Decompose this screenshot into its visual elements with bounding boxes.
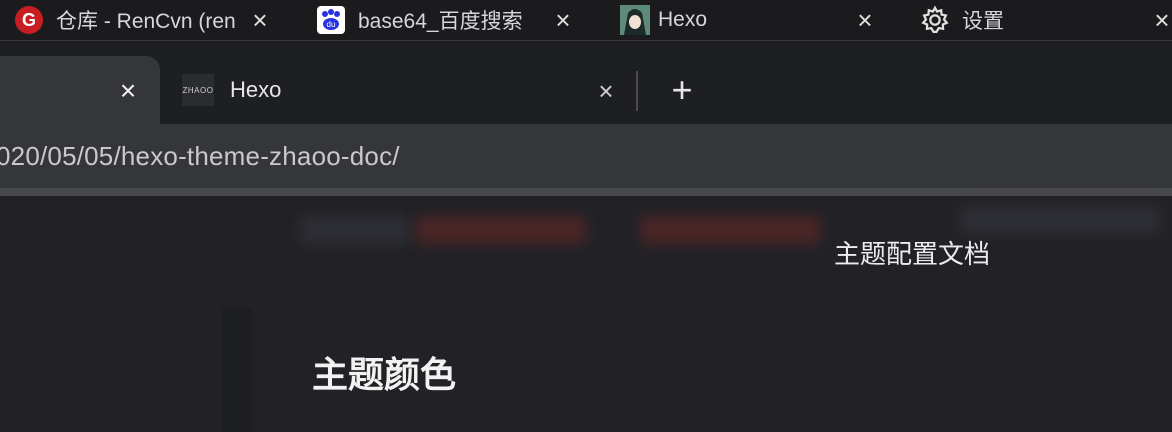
gitee-icon: G [14,5,44,35]
blurred-nav-item [300,216,410,244]
os-tab-label: base64_百度搜索 [358,10,523,33]
close-icon[interactable]: × [248,7,272,33]
os-tab-label: 设置 [962,10,1004,33]
close-icon[interactable]: × [1150,7,1172,33]
baidu-icon: du [316,5,346,35]
tab-title: Hexo [230,77,282,102]
os-tab-baidu[interactable]: du base64_百度搜索 [316,0,523,40]
close-icon[interactable]: × [592,77,620,105]
tab-separator [636,71,638,111]
blurred-nav-item [640,216,820,244]
tab-hexo[interactable]: ZHAOO Hexo [182,73,281,107]
close-icon[interactable]: × [114,77,142,105]
sidebar-strip [222,308,252,432]
address-bar[interactable]: 020/05/05/hexo-theme-zhaoo-doc/ [0,124,1172,188]
zhaoo-favicon-icon: ZHAOO [182,74,214,106]
page-title: 主题配置文档 [834,240,991,270]
page-content: 主题配置文档 主题颜色 [0,196,1172,432]
anime-avatar-icon [620,5,650,35]
url-text[interactable]: 020/05/05/hexo-theme-zhaoo-doc/ [0,141,400,172]
new-tab-button[interactable]: + [664,72,700,108]
blurred-nav-item [416,216,586,244]
blurred-nav-item [960,206,1160,234]
svg-text:G: G [22,10,36,30]
os-tab-settings[interactable]: 设置 [920,0,1004,40]
os-tab-gitee[interactable]: G 仓库 - RenCvn (ren [14,0,242,40]
gear-icon [920,5,950,35]
browser-tab-strip: × ZHAOO Hexo × + [0,41,1172,124]
section-heading: 主题颜色 [312,355,457,396]
os-tab-label: 仓库 - RenCvn (ren [56,10,236,33]
close-icon[interactable]: × [853,7,877,33]
toolbar-divider [0,188,1172,196]
svg-text:du: du [327,20,336,29]
os-tab-label: Hexo [658,8,708,31]
close-icon[interactable]: × [551,7,575,33]
os-tab-hexo[interactable]: Hexo [620,0,707,40]
os-tab-strip: G 仓库 - RenCvn (ren × du base64_百度搜索 × He… [0,0,1172,41]
